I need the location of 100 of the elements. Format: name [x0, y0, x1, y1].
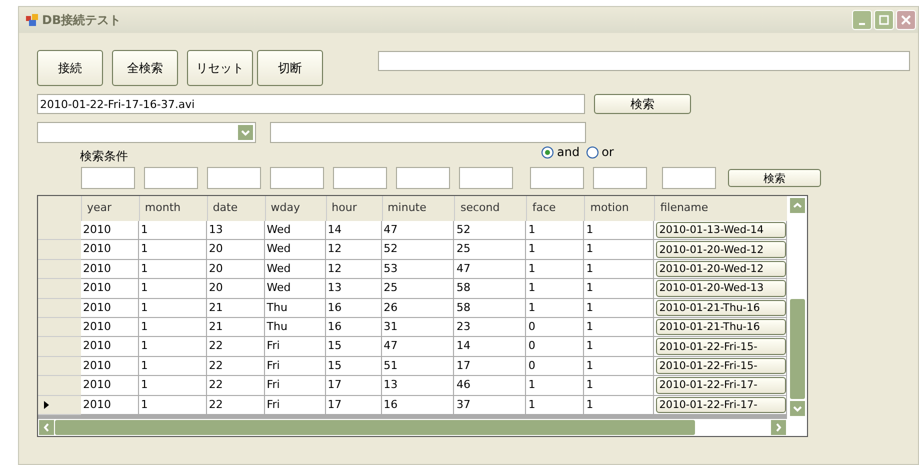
table-cell: 1 [584, 318, 654, 338]
filename-button[interactable]: 2010-01-22-Fri-17- [656, 377, 786, 394]
table-cell: 1 [526, 221, 584, 240]
table-cell: 31 [382, 318, 454, 338]
maximize-button[interactable] [874, 10, 894, 30]
table-cell: 1 [138, 260, 207, 280]
criteria-field[interactable] [530, 167, 584, 189]
table-cell: 22 [206, 376, 265, 396]
table-cell: 22 [206, 337, 265, 357]
minimize-icon [859, 23, 865, 25]
row-header[interactable] [38, 396, 81, 415]
search-button[interactable]: 検索 [728, 169, 821, 187]
table-cell: 1 [138, 318, 207, 338]
close-button[interactable] [896, 10, 916, 30]
criteria-field[interactable] [81, 167, 135, 189]
radio-button[interactable] [541, 146, 554, 158]
table-cell: 2010 [81, 298, 139, 318]
table-cell: 12 [326, 260, 382, 280]
scrollbar-thumb[interactable] [55, 420, 695, 435]
table-cell: 52 [382, 240, 454, 260]
table-cell: 17 [454, 356, 526, 376]
table-cell: 2010 [81, 240, 139, 260]
table-cell: 0 [526, 337, 584, 357]
minimize-button[interactable] [852, 10, 872, 30]
table-cell: 17 [326, 376, 382, 396]
filename-button[interactable]: 2010-01-22-Fri-17- [656, 396, 786, 413]
current-row-icon [44, 400, 49, 409]
table-cell: 23 [454, 318, 526, 338]
criteria-field[interactable] [207, 167, 261, 189]
filename-button[interactable]: 2010-01-21-Thu-16 [656, 300, 786, 316]
table-cell: 15 [326, 356, 382, 376]
table-cell: Thu [264, 298, 326, 318]
table-cell: 1 [138, 376, 207, 396]
table-cell: 1 [526, 260, 584, 280]
table-cell: 26 [382, 298, 454, 318]
table-cell: 16 [382, 396, 454, 415]
criteria-field[interactable] [662, 167, 716, 189]
action-button[interactable]: 全検索 [112, 50, 178, 86]
criteria-field[interactable] [593, 167, 647, 189]
table-cell: 1 [526, 298, 584, 318]
table-cell: 1 [138, 356, 207, 376]
filename-button[interactable]: 2010-01-20-Wed-12 [656, 260, 786, 278]
table-cell: Fri [264, 337, 326, 357]
table-cell: 1 [526, 376, 584, 396]
filename-button[interactable]: 2010-01-20-Wed-13 [656, 280, 786, 297]
maximize-icon [879, 15, 889, 25]
table-cell: 2010 [81, 221, 139, 240]
criteria-field[interactable] [459, 167, 513, 189]
app-icon [26, 14, 38, 26]
table-cell: 47 [382, 221, 454, 240]
action-button[interactable]: リセット [187, 50, 253, 86]
horizontal-scrollbar[interactable] [38, 419, 787, 436]
filename-field[interactable]: 2010-01-22-Fri-17-16-37.avi [37, 94, 585, 114]
table-cell: 13 [382, 376, 454, 396]
table-cell: 2010 [81, 376, 139, 396]
vertical-scrollbar[interactable] [787, 196, 807, 436]
dropdown-field[interactable] [37, 122, 256, 143]
scroll-down-icon [790, 401, 804, 416]
table-cell: 0 [526, 356, 584, 376]
criteria-field[interactable] [333, 167, 387, 189]
status-field[interactable] [378, 51, 910, 71]
table-cell: 1 [584, 396, 654, 415]
filename-button[interactable]: 2010-01-21-Thu-16 [656, 318, 786, 336]
table-cell: 47 [454, 260, 526, 280]
search-button[interactable]: 検索 [594, 94, 691, 114]
table-cell: 1 [584, 240, 654, 260]
window-title: DB接続テスト [42, 12, 122, 28]
table-cell: 21 [206, 298, 265, 318]
table-cell: 1 [584, 376, 654, 396]
scroll-left-icon [39, 420, 54, 435]
table-cell: 20 [206, 260, 265, 280]
table-cell: 2010 [81, 260, 139, 280]
table-cell: 1 [138, 221, 207, 240]
scrollbar-thumb[interactable] [790, 299, 804, 399]
filename-button[interactable]: 2010-01-22-Fri-15- [656, 358, 786, 374]
table-cell: 20 [206, 240, 265, 260]
table-cell: 53 [382, 260, 454, 280]
table-cell: 58 [454, 298, 526, 318]
table-cell: 52 [454, 221, 526, 240]
close-icon [901, 15, 911, 25]
table-cell: 1 [584, 260, 654, 280]
table-cell: Wed [264, 240, 326, 260]
table-cell: 22 [206, 396, 265, 415]
table-cell: 2010 [81, 337, 139, 357]
text-field[interactable] [270, 122, 586, 143]
action-button[interactable]: 切断 [257, 50, 323, 86]
criteria-field[interactable] [144, 167, 198, 189]
filename-button[interactable]: 2010-01-20-Wed-12 [656, 241, 786, 258]
radio-button[interactable] [586, 146, 599, 158]
scroll-right-icon [771, 420, 786, 435]
table-cell: 25 [382, 279, 454, 299]
table-cell: 14 [454, 337, 526, 357]
table-cell: 1 [584, 337, 654, 357]
action-button[interactable]: 接続 [37, 50, 103, 86]
filename-button[interactable]: 2010-01-13-Wed-14 [656, 222, 786, 238]
table-cell: 1 [138, 298, 207, 318]
table-cell: 17 [326, 396, 382, 415]
criteria-field[interactable] [270, 167, 324, 189]
filename-button[interactable]: 2010-01-22-Fri-15- [656, 338, 786, 355]
criteria-field[interactable] [396, 167, 450, 189]
